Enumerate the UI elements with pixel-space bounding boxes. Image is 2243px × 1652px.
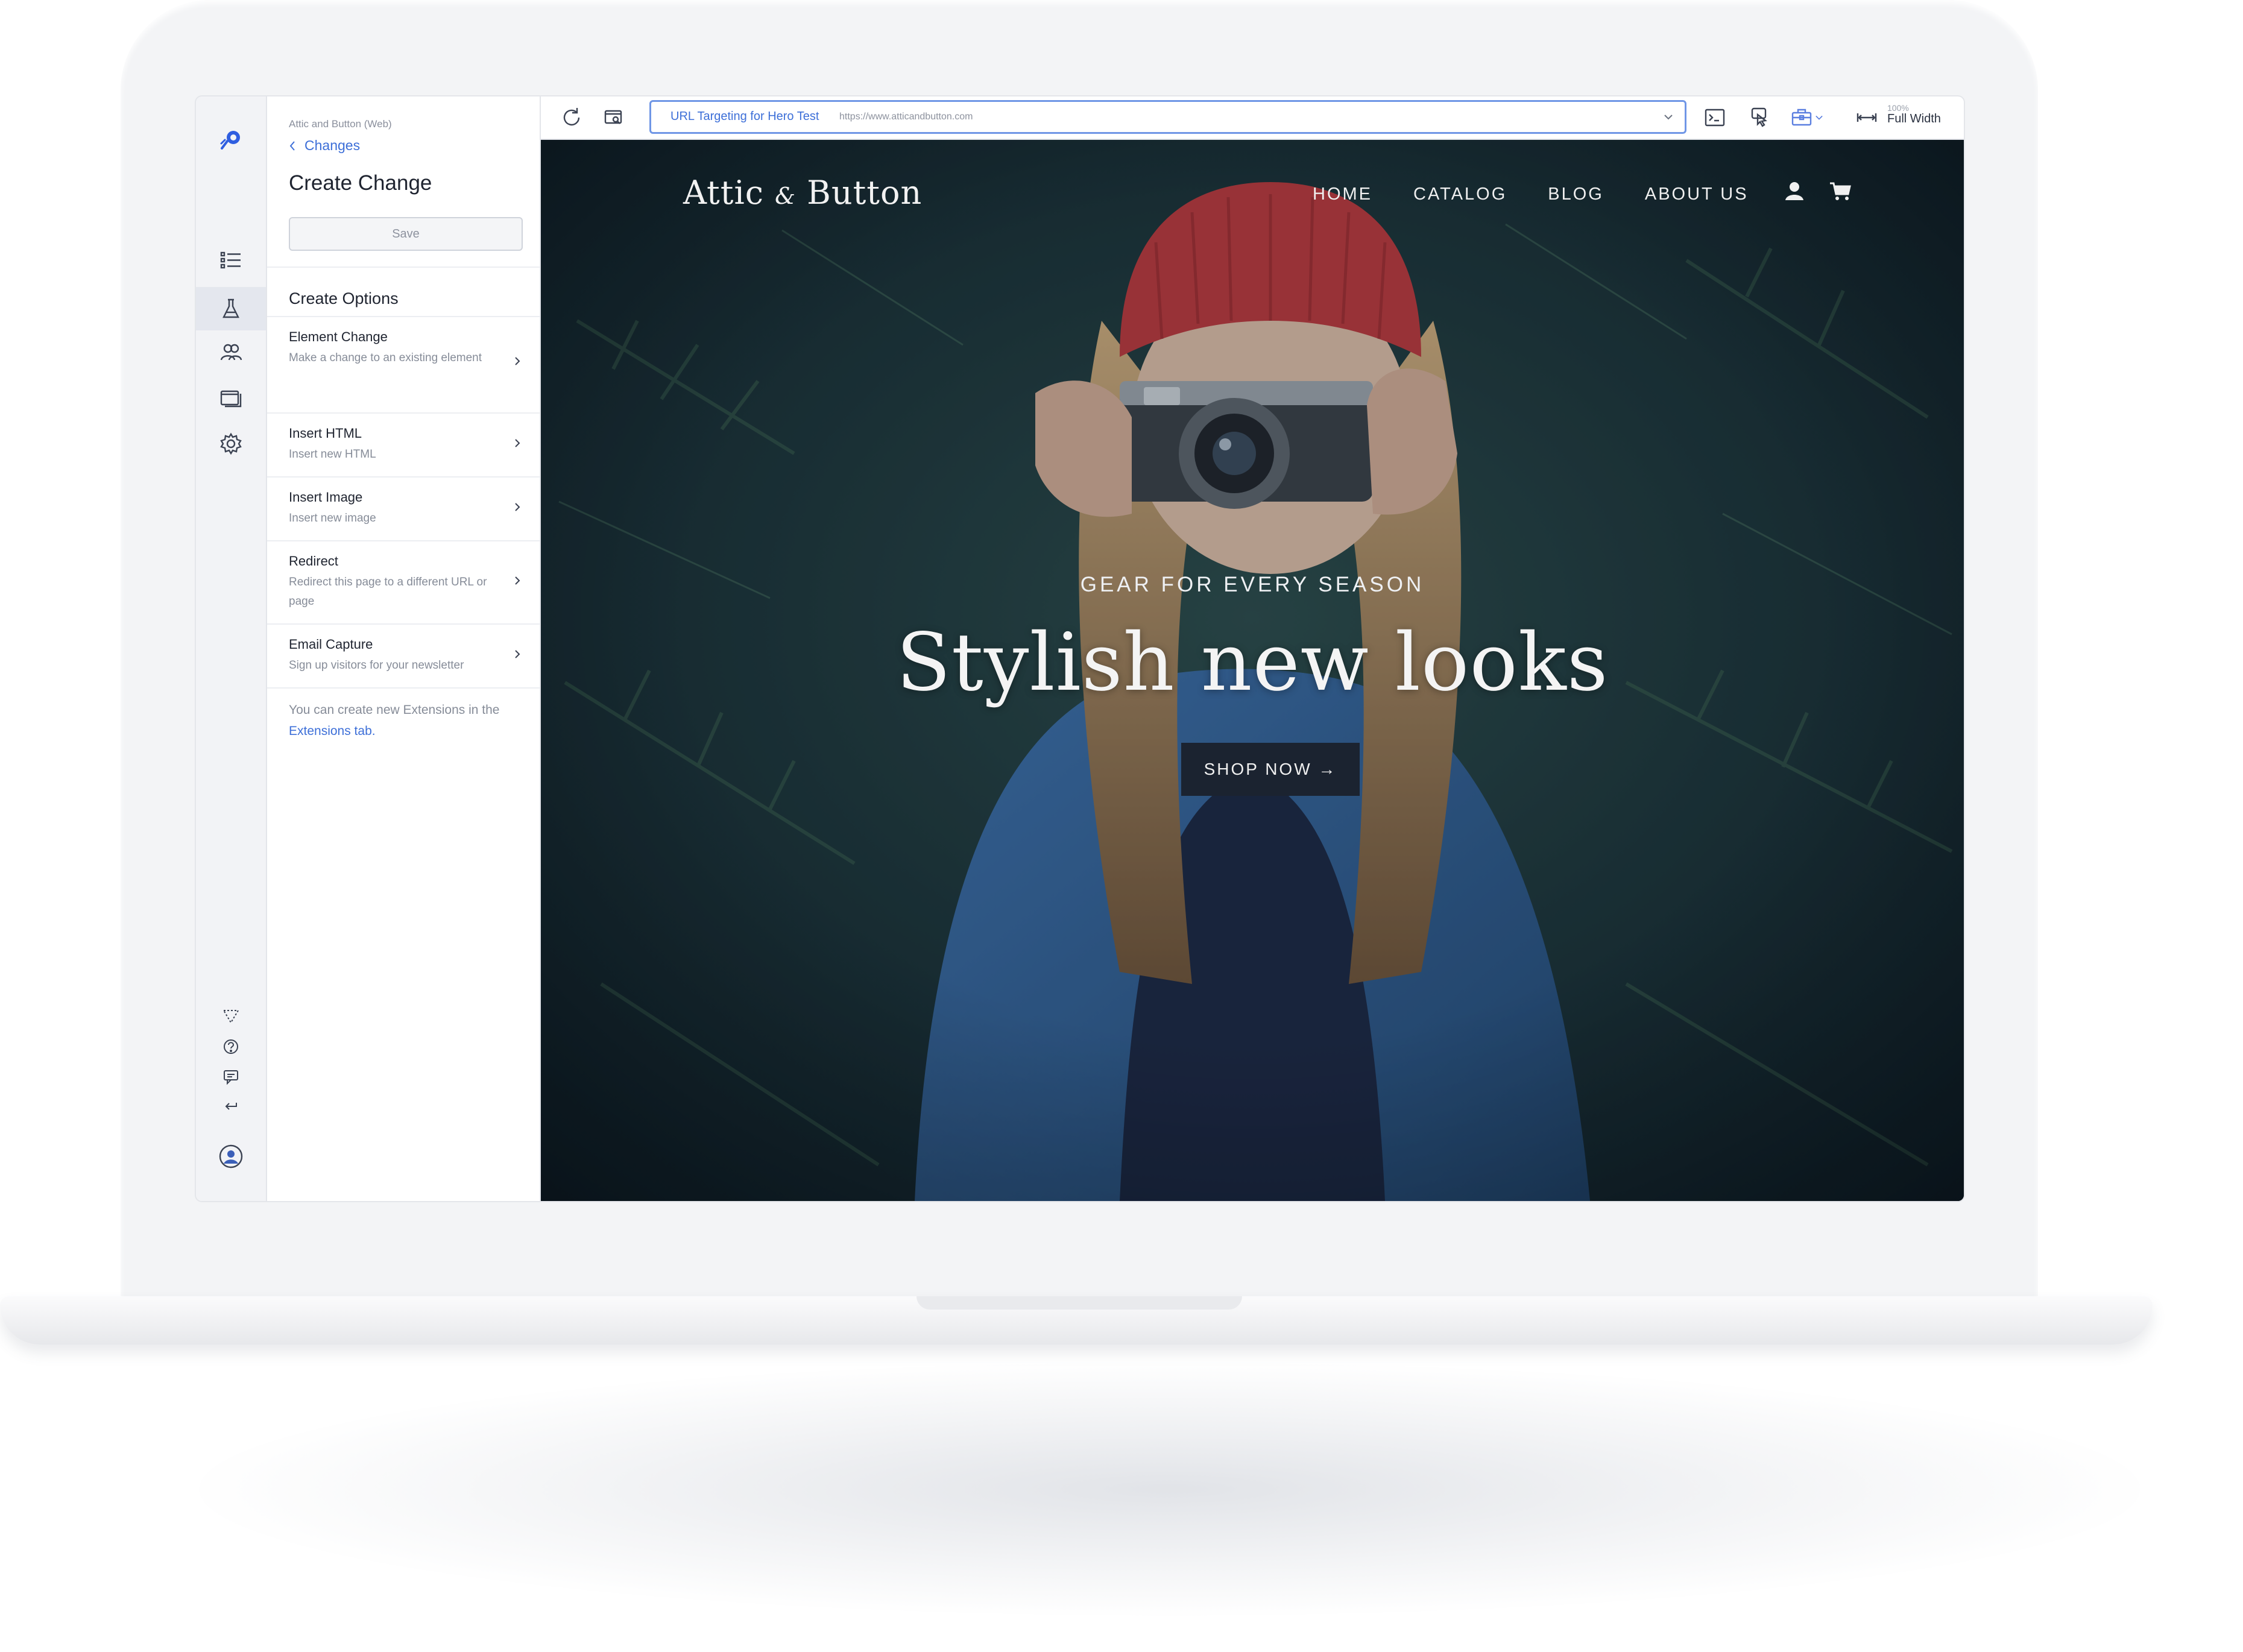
option-title: Redirect [289, 553, 338, 569]
back-to-changes-link[interactable]: Changes [289, 137, 360, 154]
pages-icon[interactable] [216, 383, 245, 412]
hero-headline: Stylish new looks [896, 616, 1609, 709]
site-preview[interactable]: Attic & Button HOME CATALOG BLOG ABOUT U… [541, 140, 1964, 1201]
option-description: Insert new image [289, 512, 376, 525]
option-title: Email Capture [289, 637, 373, 652]
panel-divider [267, 316, 540, 317]
audience-icon[interactable] [216, 338, 245, 367]
nav-catalog[interactable]: CATALOG [1413, 184, 1507, 204]
back-link-label: Changes [304, 137, 361, 153]
click-goals-icon[interactable] [1747, 105, 1772, 130]
chevron-right-icon [515, 357, 520, 365]
logo-word-right: Button [807, 174, 923, 212]
option-separator [267, 687, 540, 689]
account-breadcrumb: Attic and Button (Web) [289, 118, 392, 130]
url-targeting-link: https://www.atticandbutton.com [839, 112, 973, 122]
option-title: Insert Image [289, 490, 363, 505]
code-editor-icon[interactable] [1702, 105, 1727, 130]
chevron-down-icon[interactable] [1812, 105, 1826, 130]
logo-word-left: Attic [683, 174, 764, 212]
option-description: Redirect this page to a different URL or… [289, 576, 487, 608]
refresh-icon[interactable] [559, 105, 584, 130]
width-mode: Full Width [1887, 112, 1941, 125]
zoom-percent: 100% [1887, 103, 1909, 113]
option-insert-image[interactable]: Insert Image Insert new image [267, 478, 540, 541]
url-targeting-name: URL Targeting for Hero Test [670, 110, 819, 123]
option-email-capture[interactable]: Email Capture Sign up visitors for your … [267, 625, 540, 689]
nav-home[interactable]: HOME [1313, 184, 1372, 204]
option-insert-html[interactable]: Insert HTML Insert new HTML [267, 414, 540, 478]
extensions-note: You can create new Extensions in the Ext… [289, 699, 524, 742]
user-avatar-icon[interactable] [216, 1142, 245, 1171]
create-change-panel: Attic and Button (Web) Changes Create Ch… [267, 96, 541, 1201]
option-redirect[interactable]: Redirect Redirect this page to a differe… [267, 541, 540, 625]
site-logo[interactable]: Attic & Button [683, 174, 922, 212]
chevron-left-icon [289, 140, 295, 151]
cart-icon[interactable] [1829, 180, 1852, 203]
logo-icon[interactable] [216, 125, 245, 154]
chevron-down-icon [1664, 115, 1673, 120]
option-description: Sign up visitors for your newsletter [289, 659, 464, 672]
save-button[interactable]: Save [289, 217, 523, 251]
option-description: Make a change to an existing element [289, 352, 482, 364]
return-icon[interactable] [216, 1092, 245, 1121]
chevron-right-icon [515, 503, 520, 511]
flask-icon[interactable] [196, 287, 266, 330]
list-icon[interactable] [216, 246, 245, 275]
help-icon[interactable] [216, 1032, 245, 1061]
extensions-tab-link[interactable]: Extensions tab. [289, 724, 376, 738]
filter-icon[interactable] [216, 1002, 245, 1031]
laptop-notch [916, 1296, 1242, 1310]
nav-about-us[interactable]: ABOUT US [1645, 184, 1749, 204]
laptop-shadow [199, 1363, 2140, 1616]
extensions-note-text: You can create new Extensions in the [289, 703, 500, 717]
option-title: Insert HTML [289, 426, 362, 441]
option-title: Element Change [289, 329, 388, 344]
app-window: Attic and Button (Web) Changes Create Ch… [196, 96, 1964, 1201]
chevron-right-icon [515, 650, 520, 658]
width-selector[interactable]: 100% Full Width [1887, 104, 1941, 125]
shop-now-button[interactable]: SHOP NOW → [1181, 743, 1360, 796]
editor-toolbar: URL Targeting for Hero Test https://www.… [541, 96, 1964, 140]
icon-rail [196, 96, 267, 1201]
site-nav: HOME CATALOG BLOG ABOUT US [1313, 184, 1749, 204]
chevron-right-icon [515, 439, 520, 447]
option-element-change[interactable]: Element Change Make a change to an exist… [267, 329, 540, 414]
width-icon[interactable] [1854, 105, 1879, 130]
panel-title: Create Change [289, 171, 432, 195]
nav-blog[interactable]: BLOG [1548, 184, 1604, 204]
extensions-icon[interactable] [1789, 105, 1814, 130]
gear-icon[interactable] [216, 429, 245, 458]
option-description: Insert new HTML [289, 448, 376, 461]
panel-divider [267, 266, 540, 268]
preview-icon[interactable] [601, 105, 626, 130]
account-icon[interactable] [1783, 180, 1806, 203]
create-options-heading: Create Options [289, 289, 399, 307]
hero-eyebrow: GEAR FOR EVERY SEASON [1080, 573, 1425, 596]
feedback-icon[interactable] [216, 1062, 245, 1091]
logo-ampersand: & [775, 183, 796, 209]
url-targeting-select[interactable]: URL Targeting for Hero Test https://www.… [649, 100, 1686, 134]
chevron-right-icon [515, 576, 520, 585]
